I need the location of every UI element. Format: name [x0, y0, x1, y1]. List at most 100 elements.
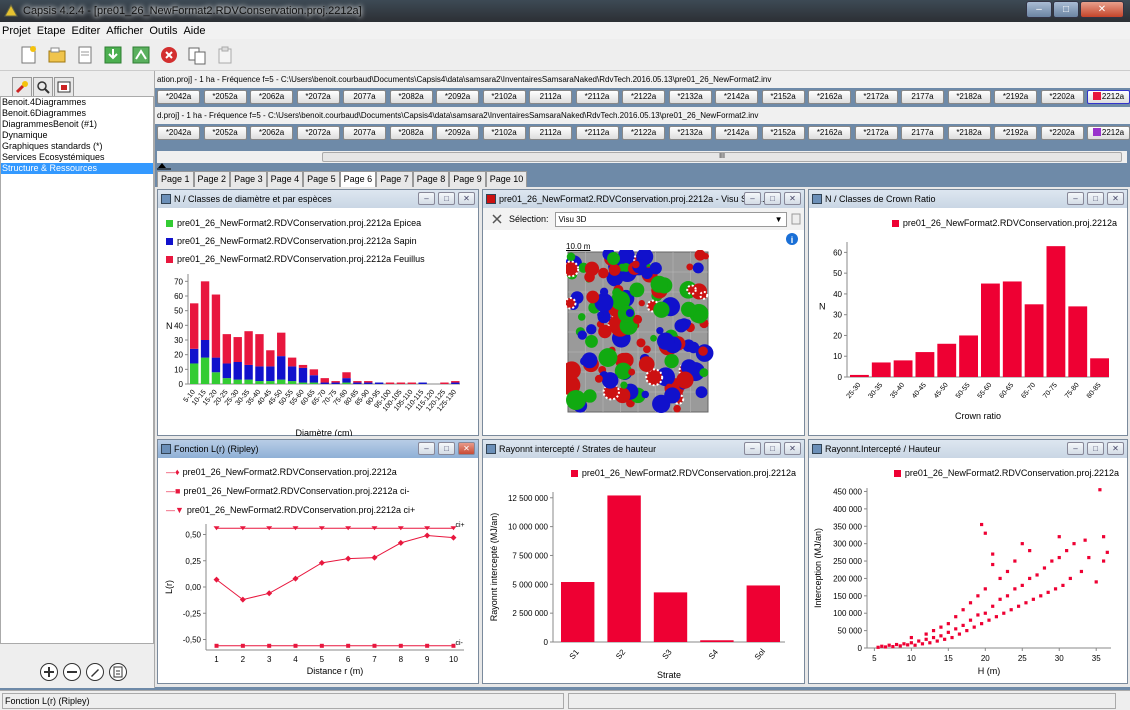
document-icon[interactable]	[74, 44, 96, 66]
selection-dropdown[interactable]: Visu 3D ▼	[554, 211, 787, 227]
step-button[interactable]: 2077a	[343, 90, 386, 104]
maximize-panel-button[interactable]: □	[764, 442, 781, 455]
step-button[interactable]: *2052a	[203, 126, 247, 140]
remove-icon[interactable]	[63, 663, 81, 681]
step-button[interactable]: *2062a	[250, 126, 293, 140]
step-button[interactable]: *2162a	[808, 90, 851, 104]
step-button[interactable]: *2052a	[203, 90, 247, 104]
tab-page[interactable]: Page 7	[376, 171, 413, 187]
tab-page[interactable]: Page 1	[157, 171, 194, 187]
close-button[interactable]: ✕	[1080, 1, 1124, 18]
tab-page[interactable]: Page 9	[449, 171, 486, 187]
info-icon[interactable]: i	[786, 233, 798, 245]
close-panel-button[interactable]: ✕	[1107, 442, 1124, 455]
horizontal-scrollbar[interactable]: III	[157, 151, 1127, 163]
step-button[interactable]: *2152a	[761, 90, 805, 104]
step-button[interactable]: 2177a	[901, 126, 944, 140]
step-button[interactable]: *2102a	[482, 126, 526, 140]
maximize-panel-button[interactable]: □	[1087, 192, 1104, 205]
step-button[interactable]: 2112a	[529, 126, 572, 140]
step-button[interactable]: *2182a	[947, 126, 991, 140]
step-button[interactable]: *2072a	[296, 90, 340, 104]
maximize-panel-button[interactable]: □	[1087, 442, 1104, 455]
step-button[interactable]: *2202a	[1040, 126, 1084, 140]
menu-aide[interactable]: Aide	[183, 25, 205, 37]
minimize-panel-button[interactable]: –	[1067, 192, 1084, 205]
step-button[interactable]: *2042a	[157, 126, 200, 140]
step-button[interactable]: *2192a	[994, 126, 1037, 140]
tree-item[interactable]: Dynamique	[1, 130, 153, 141]
step-button[interactable]: *2162a	[808, 126, 851, 140]
search-tab-icon[interactable]	[33, 77, 53, 97]
step-button[interactable]: *2122a	[622, 90, 665, 104]
new-project-icon[interactable]	[18, 44, 40, 66]
tree-item[interactable]: Benoit.6Diagrammes	[1, 108, 153, 119]
tool-tab-icon[interactable]	[12, 77, 32, 97]
step-button[interactable]: *2112a	[575, 126, 619, 140]
step-button[interactable]: *2122a	[622, 126, 665, 140]
tree-item[interactable]: Services Ecosystémiques	[1, 152, 153, 163]
diagram-tab-icon[interactable]	[54, 77, 74, 97]
tree-item-selected[interactable]: Structure & Ressources	[1, 163, 153, 174]
paste-icon[interactable]	[214, 44, 236, 66]
step-button[interactable]: *2202a	[1040, 90, 1084, 104]
tab-page[interactable]: Page 6	[339, 171, 377, 188]
scroll-thumb[interactable]: III	[322, 152, 1122, 162]
minimize-panel-button[interactable]: –	[418, 192, 435, 205]
maximize-panel-button[interactable]: □	[438, 442, 455, 455]
tab-page[interactable]: Page 8	[412, 171, 450, 187]
minimize-panel-button[interactable]: –	[744, 192, 761, 205]
tab-page[interactable]: Page 2	[193, 171, 231, 187]
step-button[interactable]: 2212a	[1087, 126, 1130, 140]
step-button[interactable]: *2072a	[296, 126, 340, 140]
minimize-panel-button[interactable]: –	[744, 442, 761, 455]
close-panel-button[interactable]: ✕	[458, 192, 475, 205]
maximize-panel-button[interactable]: □	[438, 192, 455, 205]
step-button[interactable]: *2082a	[389, 90, 433, 104]
minimize-panel-button[interactable]: –	[1067, 442, 1084, 455]
step-button[interactable]: *2172a	[854, 126, 898, 140]
collapse-arrows-icon[interactable]	[157, 162, 171, 170]
download-step-icon[interactable]	[102, 44, 124, 66]
step-button[interactable]: 2212a	[1087, 90, 1130, 104]
page-icon[interactable]	[109, 663, 127, 681]
step-button[interactable]: 2112a	[529, 90, 572, 104]
close-panel-button[interactable]: ✕	[1107, 192, 1124, 205]
add-icon[interactable]	[40, 663, 58, 681]
tree-item[interactable]: Graphiques standards (*)	[1, 141, 153, 152]
step-button[interactable]: *2142a	[715, 126, 758, 140]
step-button[interactable]: *2092a	[436, 126, 479, 140]
step-button[interactable]: *2092a	[436, 90, 479, 104]
maximize-button[interactable]: □	[1053, 1, 1079, 18]
step-button[interactable]: *2182a	[947, 90, 991, 104]
stop-icon[interactable]	[158, 44, 180, 66]
step-button[interactable]: *2112a	[575, 90, 619, 104]
tree-item[interactable]: DiagrammesBenoit (#1)	[1, 119, 153, 130]
open-project-icon[interactable]	[46, 44, 68, 66]
step-button[interactable]: *2102a	[482, 90, 526, 104]
evolution-icon[interactable]	[130, 44, 152, 66]
step-button[interactable]: *2172a	[854, 90, 898, 104]
step-button[interactable]: *2042a	[157, 90, 200, 104]
edit-icon[interactable]	[86, 663, 104, 681]
tab-page[interactable]: Page 4	[266, 171, 304, 187]
scissors-icon[interactable]	[491, 213, 503, 225]
close-panel-button[interactable]: ✕	[784, 442, 801, 455]
close-panel-button[interactable]: ✕	[784, 192, 801, 205]
tree-item[interactable]: Benoit.4Diagrammes	[1, 97, 153, 108]
menu-projet[interactable]: Projet	[2, 25, 31, 37]
step-button[interactable]: *2152a	[761, 126, 805, 140]
menu-etape[interactable]: Etape	[37, 25, 66, 37]
step-button[interactable]: *2132a	[668, 90, 712, 104]
step-button[interactable]: *2062a	[250, 90, 293, 104]
minimize-panel-button[interactable]: –	[418, 442, 435, 455]
copy-view-icon[interactable]	[791, 212, 803, 226]
menu-outils[interactable]: Outils	[149, 25, 177, 37]
tab-page[interactable]: Page 10	[485, 171, 528, 187]
step-button[interactable]: *2132a	[668, 126, 712, 140]
step-button[interactable]: 2177a	[901, 90, 944, 104]
tab-page[interactable]: Page 5	[303, 171, 340, 187]
copy-icon[interactable]	[186, 44, 208, 66]
step-button[interactable]: *2192a	[994, 90, 1037, 104]
minimize-button[interactable]: –	[1026, 1, 1052, 18]
